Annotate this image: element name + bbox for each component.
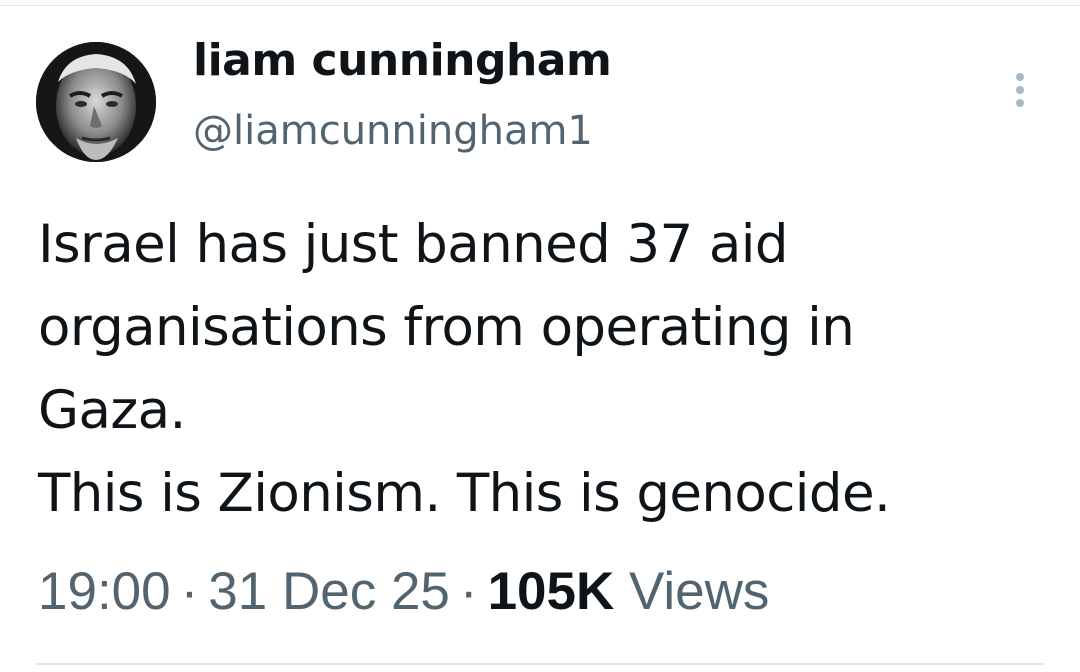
- avatar[interactable]: [36, 42, 156, 162]
- tweet-time[interactable]: 19:00: [38, 562, 171, 621]
- author-display-name[interactable]: liam cunningham: [193, 31, 612, 91]
- more-vertical-icon: [1016, 73, 1024, 81]
- top-divider: [0, 5, 1080, 6]
- tweet-text-line: organisations from operating in: [38, 297, 855, 358]
- tweet-text-line: Gaza.: [38, 380, 186, 441]
- bottom-divider: [36, 663, 1044, 665]
- views-label: Views: [629, 562, 770, 621]
- views-count[interactable]: 105K: [488, 562, 615, 621]
- tweet-text: Israel has just banned 37 aid organisati…: [38, 203, 1058, 535]
- tweet-text-line: Israel has just banned 37 aid: [38, 214, 789, 275]
- more-options-button[interactable]: [1004, 66, 1036, 114]
- tweet-text-line: This is Zionism. This is genocide.: [38, 463, 891, 524]
- meta-separator: ·: [459, 562, 478, 621]
- avatar-photo-icon: [36, 42, 156, 162]
- tweet-meta: 19:00 · 31 Dec 25 · 105K Views: [38, 560, 769, 624]
- author-handle[interactable]: @liamcunningham1: [193, 103, 593, 159]
- meta-separator: ·: [180, 562, 199, 621]
- tweet-date[interactable]: 31 Dec 25: [208, 562, 450, 621]
